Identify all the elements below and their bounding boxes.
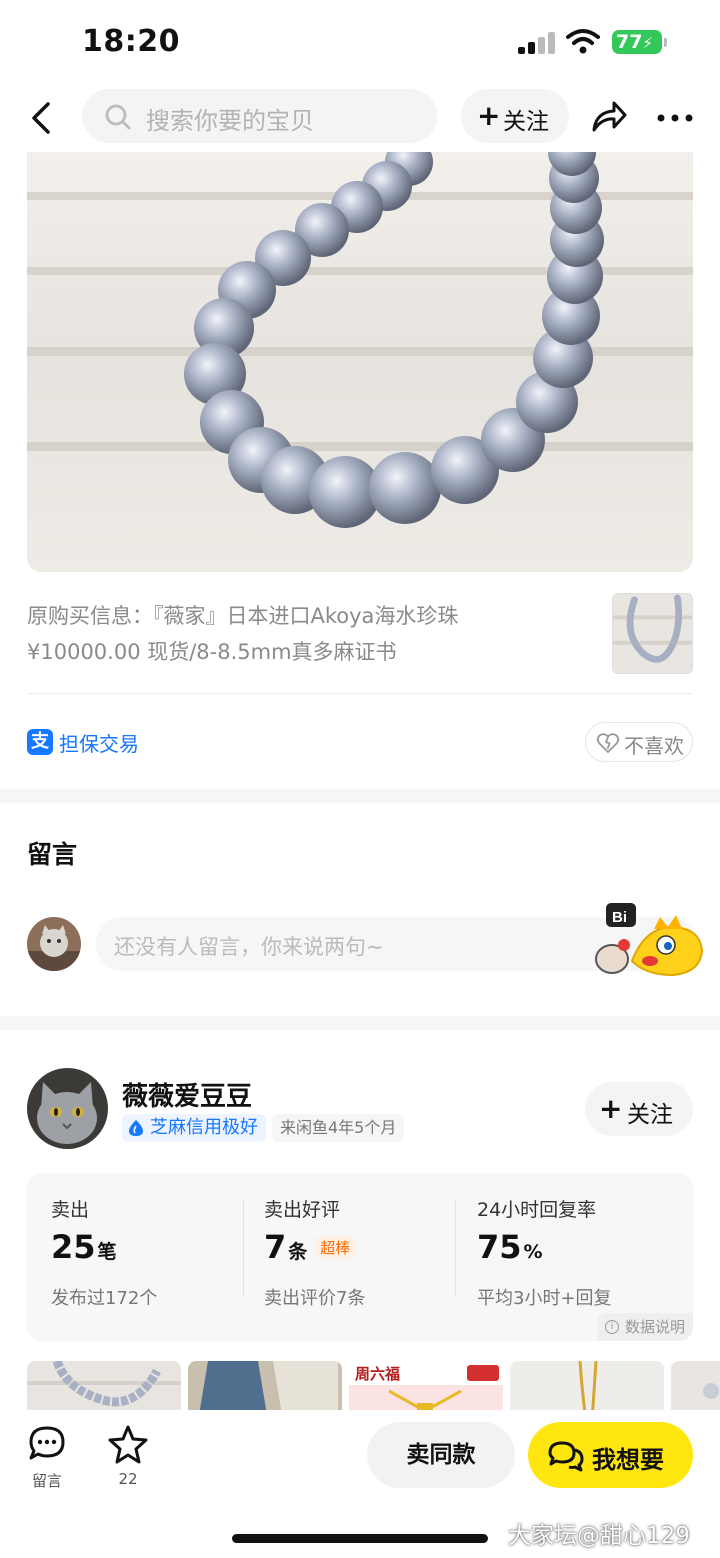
battery-cap bbox=[664, 38, 667, 47]
battery-indicator: 77⚡ bbox=[612, 30, 662, 54]
seller-items-strip: 周六福 bbox=[27, 1361, 720, 1410]
stat-value: 25 bbox=[51, 1228, 96, 1266]
broken-heart-icon bbox=[596, 733, 620, 754]
stat-value: 75 bbox=[477, 1228, 522, 1266]
stat-sold[interactable]: 卖出 25 笔 发布过172个 bbox=[51, 1195, 251, 1310]
follow-seller-button[interactable]: + 关注 bbox=[585, 1082, 693, 1136]
stat-divider bbox=[243, 1199, 244, 1297]
stat-value-row: 25 笔 bbox=[51, 1228, 251, 1272]
cellular-signal-icon bbox=[518, 32, 558, 54]
comment-icon bbox=[29, 1426, 65, 1460]
status-time: 18:20 bbox=[82, 24, 180, 59]
stat-reviews[interactable]: 卖出好评 7 条超棒 卖出评价7条 bbox=[264, 1195, 464, 1310]
watermark: 大家坛@甜心129 bbox=[508, 1523, 690, 1549]
want-button[interactable]: 我想要 bbox=[528, 1422, 693, 1488]
info-icon: i bbox=[604, 1320, 619, 1334]
stat-unit: 笔 bbox=[97, 1241, 117, 1263]
seller-item-thumb[interactable] bbox=[671, 1361, 720, 1410]
seller-name[interactable]: 薇薇爱豆豆 bbox=[122, 1076, 252, 1113]
seller-item-thumb[interactable] bbox=[510, 1361, 664, 1410]
divider bbox=[27, 693, 693, 694]
sell-same-button[interactable]: 卖同款 bbox=[367, 1422, 515, 1488]
credit-label: 芝麻信用极好 bbox=[150, 1117, 258, 1138]
stat-label: 卖出好评 bbox=[264, 1199, 341, 1221]
description-line-1: 原购买信息：『薇家』日本进口Akoya海水珍珠 bbox=[27, 604, 459, 628]
stat-unit: 条 bbox=[288, 1241, 308, 1263]
product-photo[interactable] bbox=[27, 152, 693, 572]
search-icon bbox=[105, 104, 131, 130]
stat-divider bbox=[455, 1199, 456, 1297]
status-bar: 18:20 77⚡ bbox=[0, 0, 720, 86]
follow-button[interactable]: + 关注 bbox=[461, 89, 569, 143]
brand-label: 周六福 bbox=[355, 1365, 400, 1383]
dislike-button[interactable]: 不喜欢 bbox=[585, 722, 693, 762]
bottom-action-bar: 留言 22 卖同款 我想要 大家坛@甜心129 bbox=[0, 1410, 720, 1558]
more-icon[interactable] bbox=[654, 102, 696, 132]
want-button-label: 我想要 bbox=[592, 1446, 664, 1474]
stat-sub: 卖出评价7条 bbox=[264, 1288, 366, 1309]
stat-sub: 发布过172个 bbox=[51, 1288, 158, 1309]
charging-bolt-icon: ⚡ bbox=[642, 34, 653, 52]
sesame-credit-icon bbox=[129, 1120, 143, 1136]
seller-stats: 卖出 25 笔 发布过172个 卖出好评 7 条超棒 卖出评价7条 24小时回复率 … bbox=[27, 1173, 693, 1341]
description-line-2: ¥10000.00 现货/8-8.5mm真多麻证书 bbox=[27, 640, 397, 664]
stat-label: 24小时回复率 bbox=[477, 1199, 597, 1221]
follow-label: 关注 bbox=[503, 109, 549, 135]
seller-avatar[interactable] bbox=[27, 1068, 108, 1149]
follow-seller-label: 关注 bbox=[627, 1102, 673, 1128]
dislike-label: 不喜欢 bbox=[624, 734, 684, 758]
plus-icon: + bbox=[477, 99, 501, 132]
favorite-action[interactable]: 22 bbox=[98, 1424, 158, 1494]
product-card: 原购买信息：『薇家』日本进口Akoya海水珍珠 ¥10000.00 现货/8-8… bbox=[0, 152, 720, 789]
mascot-bubble-text: Bi bbox=[612, 909, 627, 926]
excellent-tag: 超棒 bbox=[315, 1236, 356, 1259]
comment-action-label: 留言 bbox=[31, 1472, 62, 1490]
product-thumbnail[interactable] bbox=[612, 593, 693, 674]
stat-unit: % bbox=[523, 1241, 543, 1263]
stat-value: 7 bbox=[264, 1228, 287, 1266]
share-icon[interactable] bbox=[590, 98, 628, 134]
user-avatar bbox=[27, 917, 81, 971]
seller-item-thumb[interactable]: 周六福 bbox=[349, 1361, 503, 1410]
comment-placeholder: 还没有人留言，你来说两句~ bbox=[114, 935, 384, 959]
wifi-icon bbox=[566, 29, 600, 54]
nav-bar: 搜索你要的宝贝 + 关注 bbox=[0, 86, 720, 152]
comment-section: 留言 还没有人留言，你来说两句~ Bi bbox=[0, 803, 720, 1016]
seller-item-thumb[interactable] bbox=[27, 1361, 181, 1410]
credit-badge[interactable]: 芝麻信用极好 bbox=[122, 1114, 266, 1142]
guarantee-label: 担保交易 bbox=[59, 732, 139, 756]
comment-section-title: 留言 bbox=[27, 840, 78, 869]
chat-icon bbox=[548, 1441, 584, 1472]
home-indicator[interactable] bbox=[232, 1534, 488, 1543]
data-note-label: 数据说明 bbox=[624, 1318, 685, 1336]
battery-level: 77 bbox=[616, 31, 643, 53]
member-duration: 来闲鱼4年5个月 bbox=[272, 1114, 405, 1142]
seller-item-thumb[interactable] bbox=[188, 1361, 342, 1410]
search-placeholder: 搜索你要的宝贝 bbox=[146, 107, 314, 135]
alipay-icon: 支 bbox=[27, 729, 53, 755]
star-icon bbox=[108, 1425, 148, 1464]
stat-sub: 平均3小时+回复 bbox=[477, 1288, 612, 1309]
stat-label: 卖出 bbox=[51, 1199, 90, 1221]
mascot-icon: Bi bbox=[595, 903, 704, 977]
stat-value-row: 7 条超棒 bbox=[264, 1228, 464, 1272]
search-bar[interactable]: 搜索你要的宝贝 bbox=[82, 89, 437, 143]
product-description: 原购买信息：『薇家』日本进口Akoya海水珍珠 ¥10000.00 现货/8-8… bbox=[27, 598, 587, 670]
seller-section: 薇薇爱豆豆 芝麻信用极好 来闲鱼4年5个月 + 关注 卖出 25 笔 发布过172… bbox=[0, 1030, 720, 1410]
plus-icon: + bbox=[599, 1092, 623, 1125]
favorite-count: 22 bbox=[118, 1470, 138, 1488]
comment-action[interactable]: 留言 bbox=[17, 1424, 77, 1494]
stat-reply-rate[interactable]: 24小时回复率 75% 平均3小时+回复 bbox=[477, 1195, 677, 1310]
data-explanation-link[interactable]: i 数据说明 bbox=[596, 1313, 693, 1341]
back-icon[interactable] bbox=[22, 98, 62, 138]
stat-value-row: 75% bbox=[477, 1228, 677, 1272]
